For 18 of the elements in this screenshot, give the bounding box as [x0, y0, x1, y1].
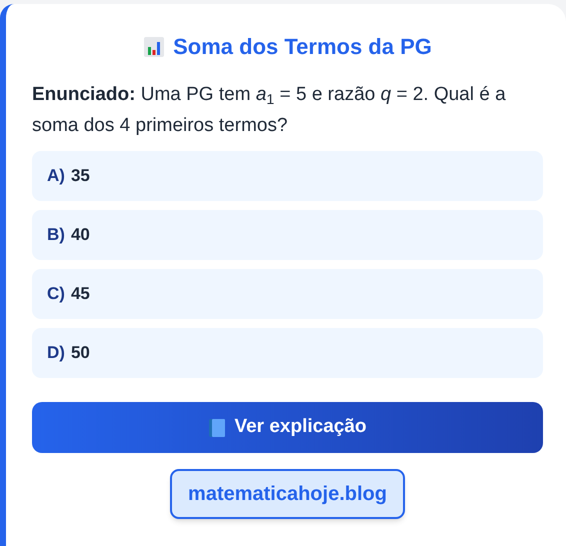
option-letter: C) — [47, 283, 65, 306]
option-letter: B) — [47, 224, 65, 246]
explanation-button[interactable]: Ver explicação — [32, 402, 543, 453]
option-value: 35 — [70, 165, 90, 188]
answer-option[interactable]: C) 45 — [32, 269, 543, 319]
answer-option[interactable]: D) 50 — [32, 328, 543, 378]
option-value: 40 — [70, 224, 90, 246]
bar-chart-icon — [143, 36, 166, 58]
blog-link[interactable]: matematicahoje.blog — [170, 469, 405, 519]
answer-option[interactable]: A) 35 — [32, 151, 543, 201]
option-value: 45 — [70, 283, 90, 306]
book-icon — [208, 418, 226, 438]
option-value: 50 — [70, 342, 90, 364]
question-text: Enunciado: Uma PG tem a$_{1}$ = 5 e razão q = 2. Qual é a soma dos 4 primeiros termos? — [32, 83, 507, 138]
option-letter: D) — [47, 342, 65, 364]
quiz-title: Soma dos Termos da PG — [173, 33, 432, 61]
option-letter: A) — [47, 165, 65, 188]
answer-option[interactable]: B) 40 — [32, 210, 543, 260]
